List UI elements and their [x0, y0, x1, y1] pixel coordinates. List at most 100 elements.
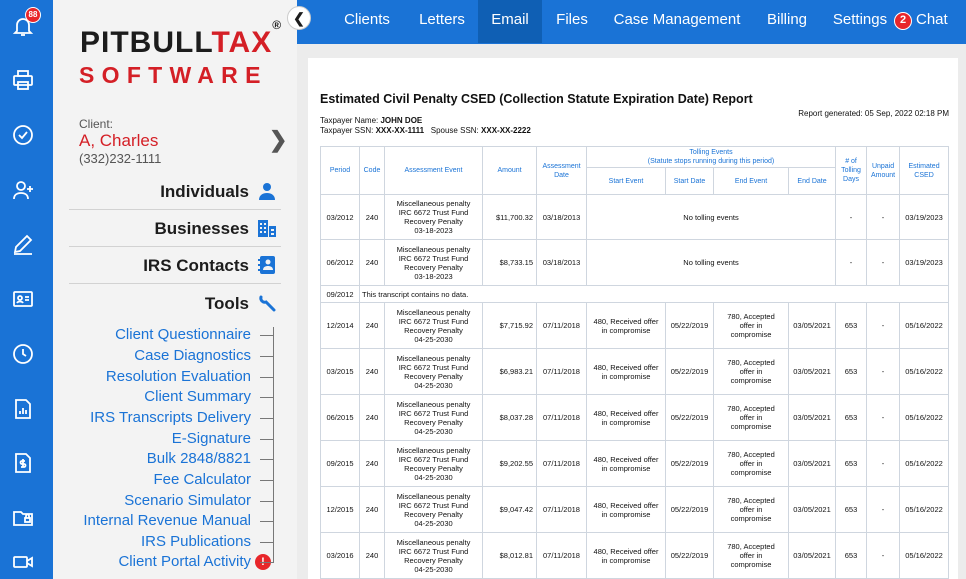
- cell-period: 12/2015: [320, 486, 360, 533]
- cell-start-event: 480, Received offer in compromise: [586, 394, 666, 441]
- cell-csed: 03/19/2023: [899, 194, 950, 240]
- cell-start-event: 480, Received offer in compromise: [586, 440, 666, 487]
- tool-bulk-2848-8821[interactable]: Bulk 2848/8821: [147, 450, 251, 467]
- secure-folder-icon[interactable]: [11, 505, 35, 529]
- tool-fee-calculator[interactable]: Fee Calculator: [153, 471, 251, 488]
- tree-tick: [260, 397, 274, 398]
- buildings-icon: [257, 218, 277, 238]
- col-start-date: Start Date: [665, 167, 714, 195]
- pencil-icon[interactable]: [11, 232, 35, 256]
- tree-tick: [260, 439, 274, 440]
- tool-client-portal-activity[interactable]: Client Portal Activity!: [118, 553, 271, 570]
- cell-code: 240: [359, 239, 385, 286]
- nav-files[interactable]: Files: [547, 0, 597, 43]
- logo-subtitle: SOFTWARE: [79, 62, 268, 88]
- cell-unpaid: -: [866, 440, 901, 487]
- cell-unpaid: -: [866, 239, 901, 286]
- client-phone: (332)232-1111: [79, 151, 162, 166]
- tool-e-signature[interactable]: E-Signature: [172, 430, 251, 447]
- tree-tick: [260, 480, 274, 481]
- cell-end-date: 03/05/2021: [787, 394, 837, 441]
- nav-settings[interactable]: Settings: [830, 0, 890, 43]
- tool-client-summary[interactable]: Client Summary: [144, 388, 251, 405]
- cell-assessment-date: 03/18/2013: [536, 239, 587, 286]
- tool-internal-revenue-manual[interactable]: Internal Revenue Manual: [83, 512, 251, 529]
- report-chart-icon[interactable]: [11, 397, 35, 421]
- cell-amount: $11,700.32: [482, 194, 537, 240]
- cell-start-event: 480, Received offer in compromise: [586, 348, 666, 395]
- cell-start-date: 05/22/2019: [665, 486, 714, 533]
- cell-assessment-event: Miscellaneous penalty IRC 6672 Trust Fund…: [384, 348, 483, 395]
- table-row: 03/2012 240 Miscellaneous penalty IRC 6672 …: [320, 194, 950, 240]
- tool-resolution-evaluation[interactable]: Resolution Evaluation: [106, 368, 251, 385]
- tool-case-diagnostics[interactable]: Case Diagnostics: [134, 347, 251, 364]
- cell-code: 240: [359, 532, 385, 579]
- clock-icon[interactable]: [11, 342, 35, 366]
- video-icon[interactable]: [11, 550, 35, 574]
- cell-tolling-days: -: [835, 194, 868, 240]
- check-circle-icon[interactable]: [11, 123, 35, 147]
- tree-tick: [260, 521, 274, 522]
- cell-assessment-event: Miscellaneous penalty IRC 6672 Trust Fund…: [384, 194, 483, 240]
- cell-unpaid: -: [866, 302, 901, 349]
- col-estimated-csed: Estimated CSED: [899, 146, 950, 195]
- cell-period: 06/2012: [320, 239, 360, 286]
- tool-client-questionnaire[interactable]: Client Questionnaire: [115, 326, 251, 343]
- cell-note: This transcript contains no data.: [358, 285, 950, 303]
- cell-unpaid: -: [866, 394, 901, 441]
- section-individuals[interactable]: Individuals: [69, 173, 281, 210]
- table-row: 03/2016 240 Miscellaneous penalty IRC 6672 …: [320, 532, 950, 579]
- cell-unpaid: -: [866, 348, 901, 395]
- printer-icon[interactable]: [11, 68, 35, 92]
- col-unpaid-amount: Unpaid Amount: [866, 146, 901, 195]
- table-row: 06/2012 240 Miscellaneous penalty IRC 6672 …: [320, 239, 950, 286]
- tools-tree-line: [273, 327, 274, 563]
- section-tools[interactable]: Tools: [69, 285, 281, 322]
- id-card-icon[interactable]: [11, 287, 35, 311]
- icon-rail: 88: [0, 0, 53, 579]
- logo[interactable]: PITBULLTAX®: [80, 18, 282, 60]
- col-code: Code: [359, 146, 385, 195]
- cell-assessment-event: Miscellaneous penalty IRC 6672 Trust Fund…: [384, 239, 483, 286]
- cell-end-event: 780, Accepted offer in compromise: [713, 486, 789, 533]
- tool-irs-transcripts-delivery[interactable]: IRS Transcripts Delivery: [90, 409, 251, 426]
- nav-letters[interactable]: Letters: [407, 0, 477, 43]
- cell-tolling-days: 653: [835, 348, 868, 395]
- cell-start-event: 480, Received offer in compromise: [586, 532, 666, 579]
- chat-badge: 2: [894, 12, 912, 30]
- col-end-event: End Event: [713, 167, 789, 195]
- tool-irs-publications[interactable]: IRS Publications: [141, 533, 251, 550]
- nav-clients[interactable]: Clients: [332, 0, 402, 43]
- chevron-right-icon[interactable]: ❯: [269, 127, 287, 153]
- cell-start-date: 05/22/2019: [665, 532, 714, 579]
- invoice-icon[interactable]: [11, 451, 35, 475]
- cell-amount: $8,037.28: [482, 394, 537, 441]
- cell-tolling: No tolling events: [585, 194, 837, 240]
- cell-end-event: 780, Accepted offer in compromise: [713, 440, 789, 487]
- cell-assessment-date: 07/11/2018: [536, 348, 587, 395]
- cell-code: 240: [359, 302, 385, 349]
- nav-email[interactable]: Email: [478, 0, 542, 43]
- collapse-sidebar-button[interactable]: ❮: [287, 6, 311, 30]
- nav-chat[interactable]: 2 Chat: [894, 0, 952, 43]
- cell-tolling-days: 653: [835, 486, 868, 533]
- add-user-icon[interactable]: [11, 178, 35, 202]
- cell-assessment-date: 07/11/2018: [536, 302, 587, 349]
- client-name[interactable]: A, Charles: [79, 131, 158, 151]
- col-end-date: End Date: [787, 167, 837, 195]
- cell-amount: $9,202.55: [482, 440, 537, 487]
- section-irs-contacts[interactable]: IRS Contacts: [69, 247, 281, 284]
- cell-start-date: 05/22/2019: [665, 348, 714, 395]
- tool-scenario-simulator[interactable]: Scenario Simulator: [124, 492, 251, 509]
- table-row: 03/2015 240 Miscellaneous penalty IRC 6672 …: [320, 348, 950, 395]
- nav-billing[interactable]: Billing: [759, 0, 815, 43]
- cell-assessment-date: 07/11/2018: [536, 486, 587, 533]
- table-row: 09/2015 240 Miscellaneous penalty IRC 6672 …: [320, 440, 950, 487]
- cell-csed: 05/16/2022: [899, 394, 950, 441]
- section-businesses[interactable]: Businesses: [69, 210, 281, 247]
- cell-csed: 05/16/2022: [899, 302, 950, 349]
- cell-code: 240: [359, 394, 385, 441]
- nav-case-management[interactable]: Case Management: [609, 0, 745, 43]
- wrench-icon: [257, 293, 277, 313]
- cell-code: 240: [359, 486, 385, 533]
